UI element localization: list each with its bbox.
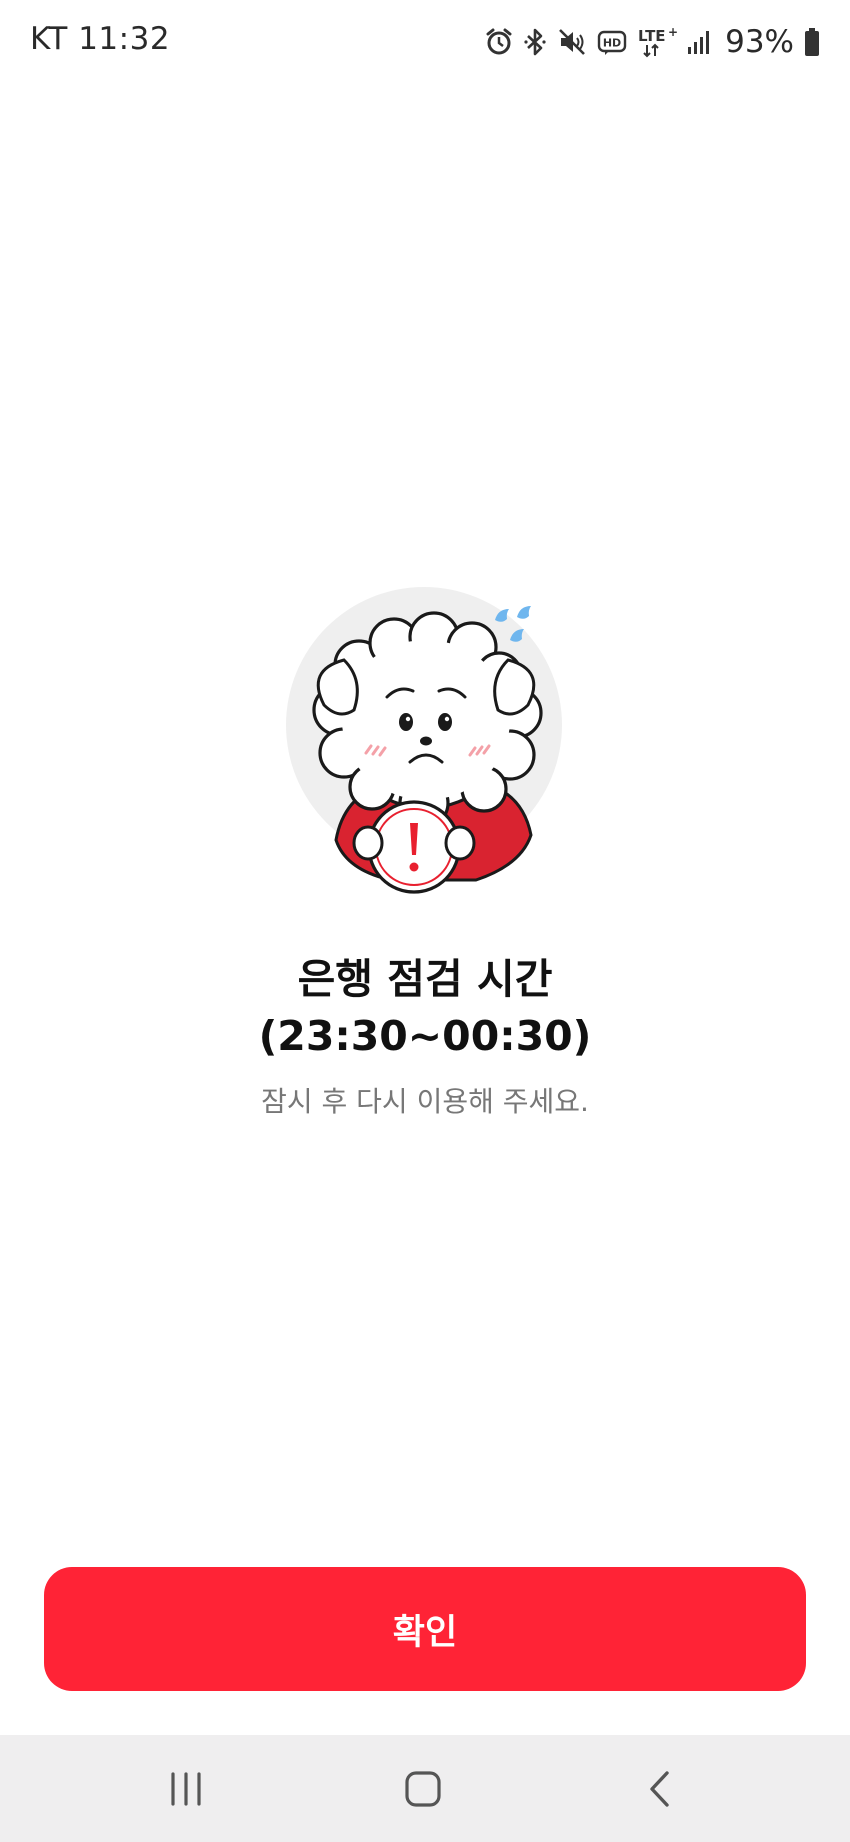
bluetooth-icon (523, 27, 547, 57)
system-navigation-bar (0, 1735, 850, 1842)
battery-percentage: 93% (725, 24, 794, 60)
hd-voice-icon: HD (597, 28, 627, 56)
svg-text:LTE: LTE (638, 27, 666, 45)
signal-icon (687, 29, 711, 55)
home-icon (405, 1770, 441, 1807)
carrier-time: KT 11:32 (30, 21, 171, 57)
maintenance-subtitle: 잠시 후 다시 이용해 주세요. (261, 1085, 589, 1118)
confirm-button[interactable]: 확인 (44, 1567, 806, 1691)
maintenance-title: 은행 점검 시간 (297, 955, 553, 1003)
svg-text:+: + (668, 25, 677, 39)
mute-icon (557, 27, 587, 57)
status-bar: KT 11:32 HD LTE + 93% (0, 0, 850, 84)
confirm-button-label: 확인 (392, 1612, 458, 1653)
maintenance-screen: KT 11:32 HD LTE + 93% 은행 점검 시간 (23:30~00… (0, 0, 850, 1842)
sad-mascot-illustration (284, 585, 574, 900)
back-button[interactable] (600, 1735, 720, 1842)
battery-icon (804, 27, 820, 57)
svg-text:HD: HD (603, 37, 621, 50)
maintenance-hours: (23:30~00:30) (258, 1012, 592, 1060)
recent-apps-icon (171, 1771, 201, 1806)
lte-plus-icon: LTE + (637, 25, 677, 59)
recent-apps-button[interactable] (126, 1735, 246, 1842)
back-icon (650, 1770, 669, 1807)
status-icons: HD LTE + 93% (485, 22, 820, 62)
alarm-icon (485, 27, 513, 57)
home-button[interactable] (363, 1735, 483, 1842)
